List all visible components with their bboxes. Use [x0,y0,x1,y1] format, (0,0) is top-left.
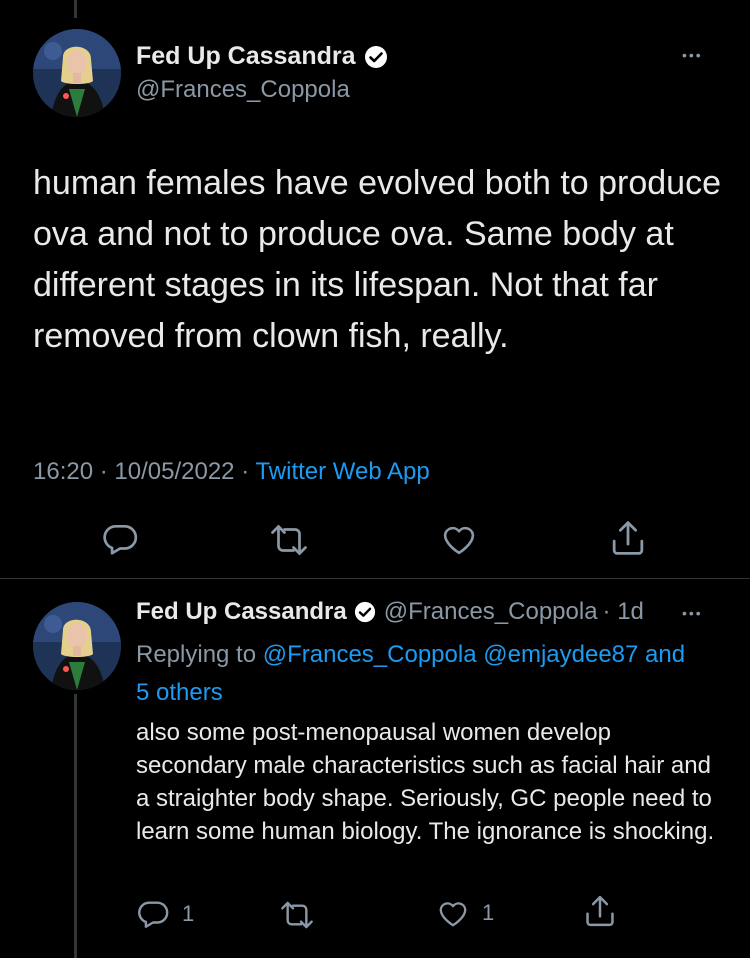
avatar-photo [33,29,121,117]
like-icon [443,526,475,555]
reply-icon [103,524,138,555]
reply-text: also some post-menopausal women develop … [136,719,715,845]
replying-to: Replying to @Frances_Coppola @emjaydee87… [136,636,721,712]
handle[interactable]: @Frances_Coppola [384,598,598,626]
tweet-text: human females have evolved both to produ… [33,164,722,355]
reply-button[interactable] [101,520,139,558]
display-name[interactable]: Fed Up Cassandra [136,598,347,626]
avatar[interactable] [33,29,121,117]
mention-and[interactable]: and [645,641,685,668]
display-name[interactable]: Fed Up Cassandra [136,42,356,71]
avatar[interactable] [33,602,121,690]
mention-link[interactable]: @emjaydee87 [483,641,638,668]
thread-line-top [74,0,77,18]
like-count: 1 [482,900,495,925]
tweet-age[interactable]: · 1d [603,598,644,626]
tweet-meta: 16:20 · 10/05/2022 · Twitter Web App [33,458,430,486]
like-button[interactable]: 1 [436,898,494,928]
more-options-icon[interactable]: ••• [682,605,703,621]
handle[interactable]: @Frances_Coppola [136,76,350,104]
retweet-button[interactable] [278,899,316,931]
divider [0,578,750,579]
share-button[interactable] [583,893,617,929]
verified-badge-icon [354,601,376,623]
reply-count: 1 [182,901,195,926]
meta-separator: · [99,458,108,485]
tweet-date[interactable]: 10/05/2022 [114,458,234,485]
retweet-button[interactable] [268,522,310,558]
reply-name-row: Fed Up Cassandra @Frances_Coppola · 1d [136,598,644,626]
main-name-row: Fed Up Cassandra [136,42,388,71]
like-icon [439,902,467,927]
like-button[interactable] [440,522,478,556]
retweet-icon [271,525,307,555]
meta-separator: · [241,458,250,485]
share-icon [586,895,614,927]
replying-prefix: Replying to [136,641,257,668]
retweet-icon [281,901,313,929]
source-app-link[interactable]: Twitter Web App [255,458,429,485]
more-options-icon[interactable]: ••• [682,47,703,63]
avatar-photo [33,602,121,690]
reply-button[interactable]: 1 [136,897,194,931]
verified-badge-icon [364,45,388,69]
thread-line [74,694,77,958]
others-link[interactable]: 5 others [136,679,223,706]
reply-icon [138,901,169,928]
share-button[interactable] [609,518,647,558]
tweet-time[interactable]: 16:20 [33,458,93,485]
share-icon [612,521,644,555]
mention-link[interactable]: @Frances_Coppola [263,641,477,668]
